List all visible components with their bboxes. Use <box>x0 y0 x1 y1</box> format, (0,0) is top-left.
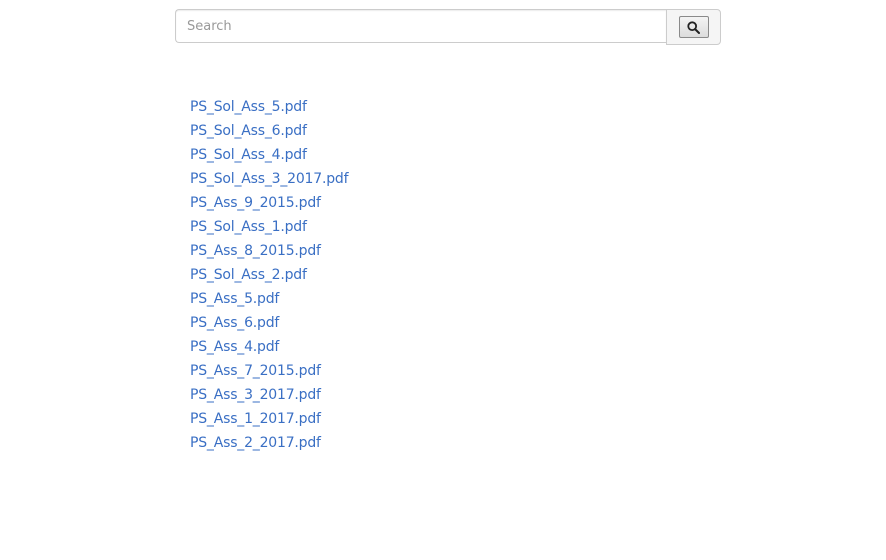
file-link[interactable]: PS_Ass_5.pdf <box>190 291 279 307</box>
file-link[interactable]: PS_Sol_Ass_4.pdf <box>190 147 307 163</box>
list-item: PS_Ass_8_2015.pdf <box>190 238 348 262</box>
file-link[interactable]: PS_Ass_9_2015.pdf <box>190 195 321 211</box>
file-list: PS_Sol_Ass_5.pdf PS_Sol_Ass_6.pdf PS_Sol… <box>190 94 349 454</box>
list-item: PS_Sol_Ass_4.pdf <box>190 142 348 166</box>
file-link[interactable]: PS_Ass_4.pdf <box>190 339 279 355</box>
list-item: PS_Ass_3_2017.pdf <box>190 382 348 406</box>
file-link[interactable]: PS_Sol_Ass_3_2017.pdf <box>190 171 349 187</box>
list-item: PS_Ass_5.pdf <box>190 286 348 310</box>
list-item: PS_Sol_Ass_3_2017.pdf <box>190 166 349 190</box>
search-bar <box>175 9 721 45</box>
file-link[interactable]: PS_Sol_Ass_5.pdf <box>190 99 307 115</box>
list-item: PS_Sol_Ass_5.pdf <box>190 94 348 118</box>
list-item: PS_Sol_Ass_6.pdf <box>190 118 348 142</box>
list-item: PS_Ass_2_2017.pdf <box>190 430 348 454</box>
file-link[interactable]: PS_Ass_8_2015.pdf <box>190 243 321 259</box>
file-link[interactable]: PS_Ass_1_2017.pdf <box>190 411 321 427</box>
page: PS_Sol_Ass_5.pdf PS_Sol_Ass_6.pdf PS_Sol… <box>0 0 886 560</box>
file-link[interactable]: PS_Sol_Ass_6.pdf <box>190 123 307 139</box>
list-item: PS_Sol_Ass_2.pdf <box>190 262 348 286</box>
list-item: PS_Ass_1_2017.pdf <box>190 406 348 430</box>
file-link[interactable]: PS_Sol_Ass_1.pdf <box>190 219 307 235</box>
search-input[interactable] <box>175 9 666 43</box>
search-icon <box>687 20 700 34</box>
file-link[interactable]: PS_Ass_3_2017.pdf <box>190 387 321 403</box>
search-button-container <box>666 9 721 45</box>
search-button[interactable] <box>678 16 709 38</box>
list-item: PS_Ass_4.pdf <box>190 334 348 358</box>
file-link[interactable]: PS_Sol_Ass_2.pdf <box>190 267 307 283</box>
list-item: PS_Ass_6.pdf <box>190 310 348 334</box>
list-item: PS_Sol_Ass_1.pdf <box>190 214 348 238</box>
list-item: PS_Ass_9_2015.pdf <box>190 190 348 214</box>
list-item: PS_Ass_7_2015.pdf <box>190 358 348 382</box>
file-link[interactable]: PS_Ass_7_2015.pdf <box>190 363 321 379</box>
file-link[interactable]: PS_Ass_6.pdf <box>190 315 279 331</box>
file-link[interactable]: PS_Ass_2_2017.pdf <box>190 435 321 451</box>
